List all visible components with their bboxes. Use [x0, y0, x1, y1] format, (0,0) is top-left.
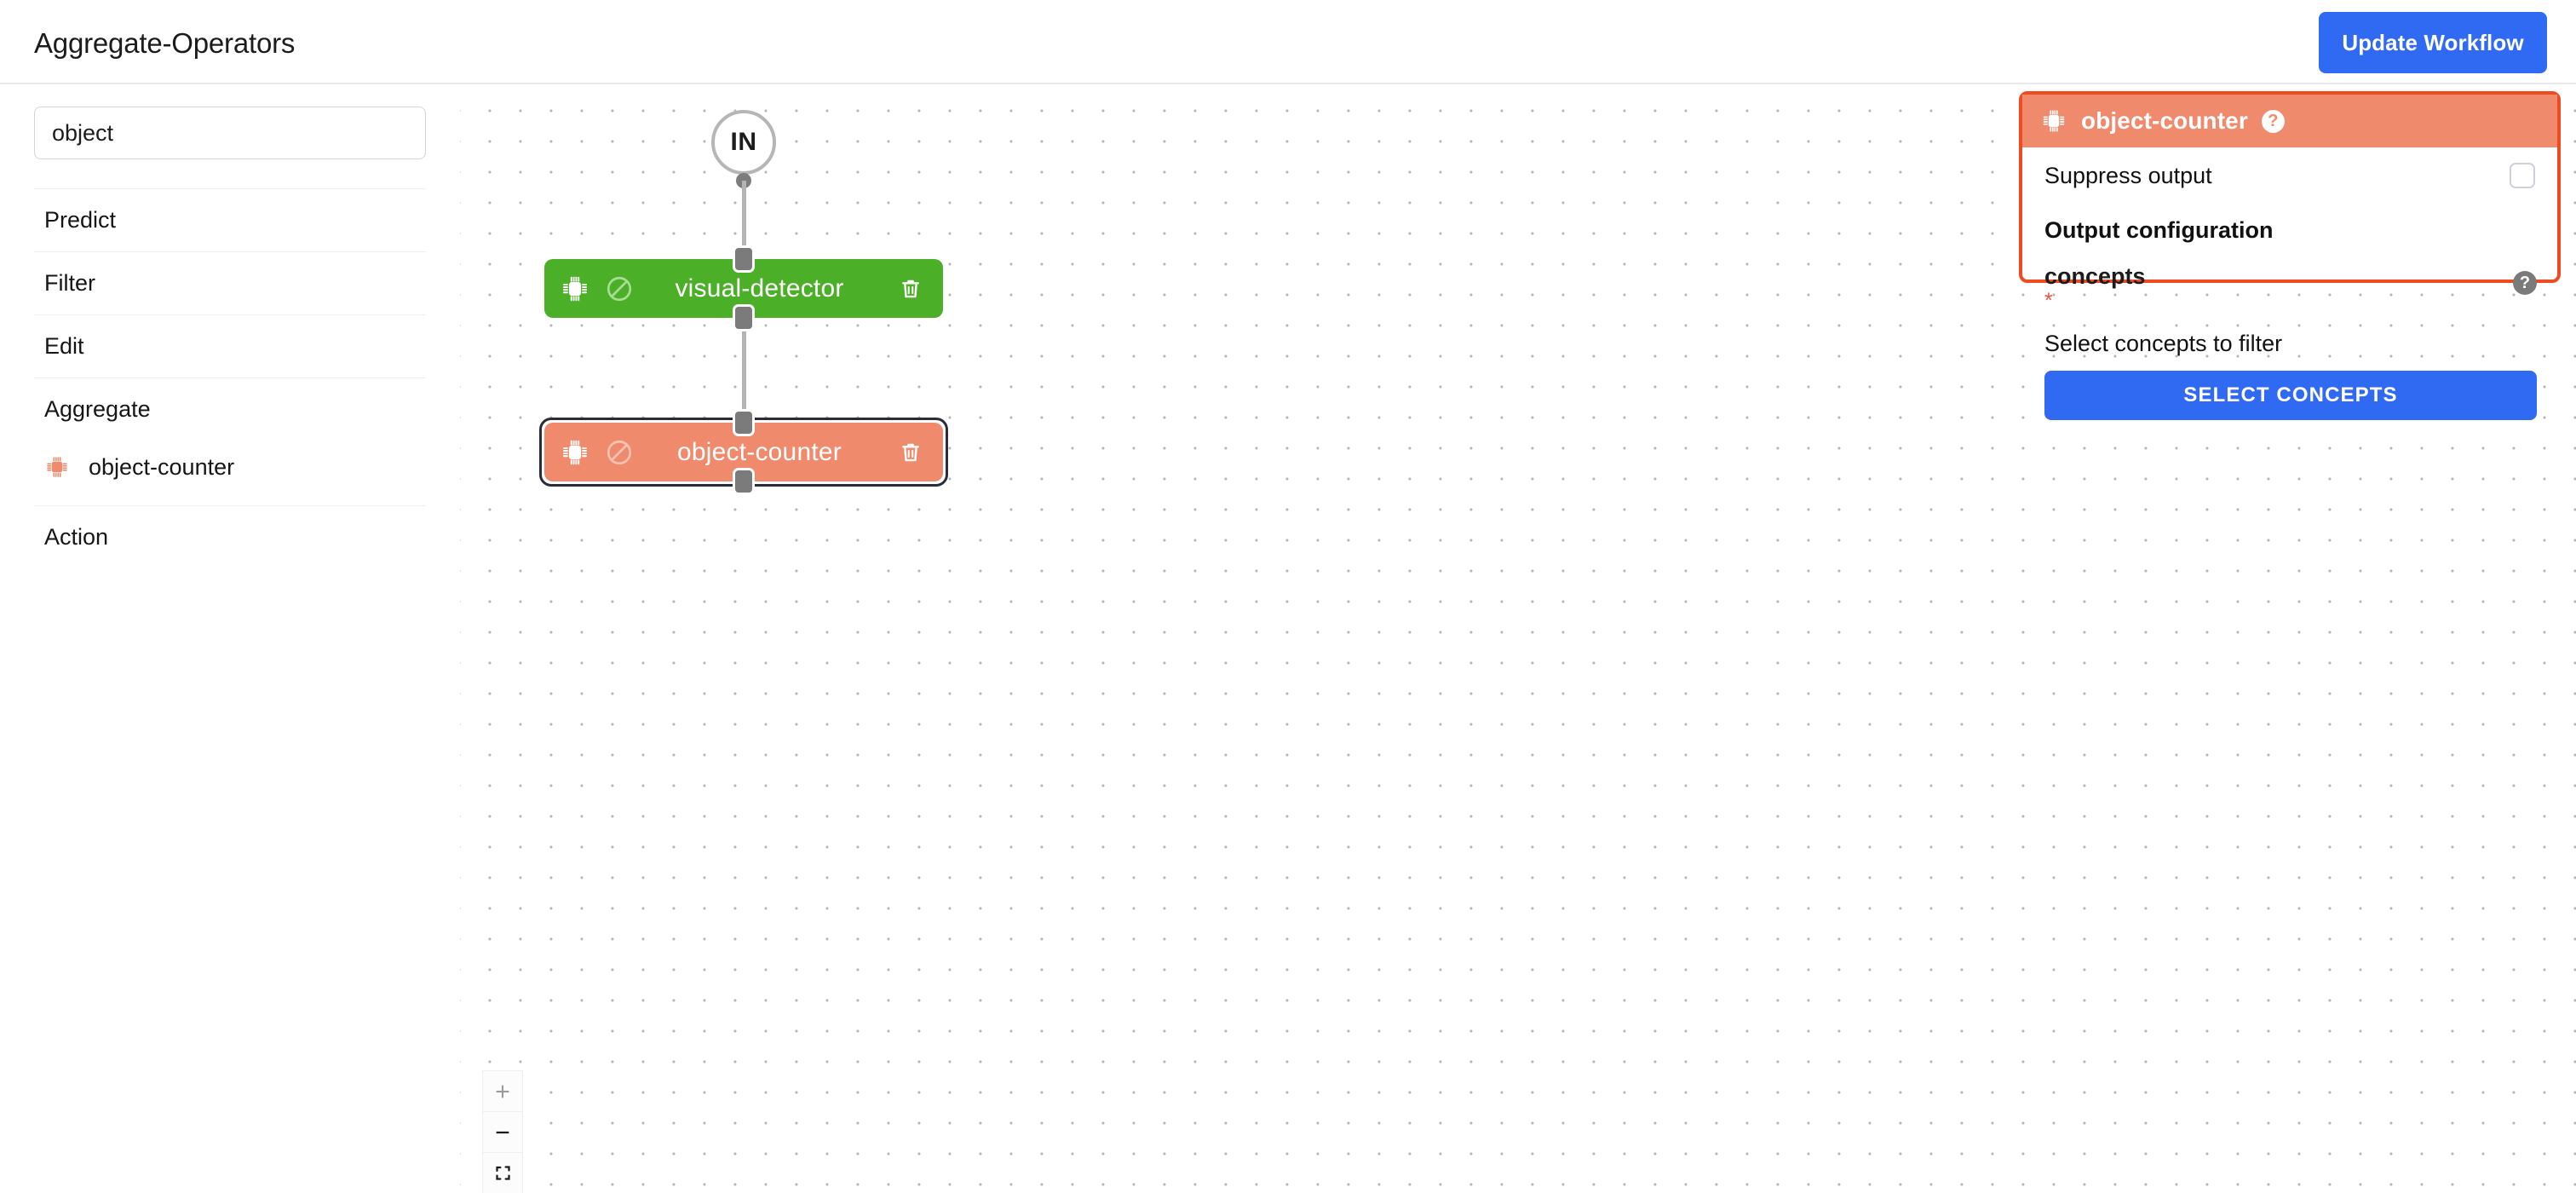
suppress-output-label: Suppress output	[2044, 162, 2212, 188]
sidebar-item-action[interactable]: Action	[34, 506, 426, 568]
object-counter-target-handle[interactable]	[733, 409, 755, 436]
input-node[interactable]: IN	[711, 110, 776, 175]
chip-icon	[44, 454, 70, 480]
visual-detector-source-handle[interactable]	[733, 304, 755, 331]
help-icon[interactable]: ?	[2513, 271, 2537, 295]
operator-category-filter: Filter	[34, 251, 426, 314]
concepts-field-row: concepts * ?	[2044, 264, 2537, 312]
suppress-output-row: Suppress output	[2044, 153, 2537, 199]
zoom-in-icon[interactable]	[483, 1071, 522, 1112]
node-config-panel: object-counter ? Suppress output Output …	[2019, 91, 2561, 421]
sidebar-item-predict[interactable]: Predict	[34, 189, 426, 251]
search-field-wrapper	[34, 107, 426, 159]
chip-icon	[561, 438, 589, 467]
concepts-field-label: concepts	[2044, 263, 2146, 289]
chip-icon	[561, 274, 589, 303]
sidebar-item-edit[interactable]: Edit	[34, 315, 426, 377]
suppress-output-checkbox[interactable]	[2510, 163, 2535, 188]
search-input[interactable]	[34, 107, 426, 159]
operator-category-list: Predict Filter Edit Aggregate object-cou…	[34, 188, 426, 568]
zoom-out-icon[interactable]	[483, 1112, 522, 1153]
operator-category-aggregate: Aggregate object-counter	[34, 377, 426, 493]
object-counter-source-handle[interactable]	[733, 468, 755, 495]
visual-detector-target-handle[interactable]	[733, 245, 755, 273]
page-title: Aggregate-Operators	[34, 27, 296, 59]
operators-sidebar: Predict Filter Edit Aggregate	[0, 84, 460, 1193]
output-configuration-heading: Output configuration	[2044, 217, 2274, 243]
concepts-field-labels: concepts *	[2044, 264, 2146, 312]
select-concepts-button[interactable]: SELECT CONCEPTS	[2044, 371, 2537, 421]
sidebar-item-object-counter[interactable]: object-counter	[34, 441, 426, 493]
app-header: Aggregate-Operators Update Workflow	[0, 0, 2576, 84]
fit-view-icon[interactable]	[483, 1153, 522, 1193]
sidebar-item-label: object-counter	[89, 453, 235, 480]
operator-category-edit: Edit	[34, 314, 426, 377]
node-title: visual-detector	[675, 274, 844, 303]
concepts-field-hint: Select concepts to filter	[2044, 331, 2283, 357]
node-title: object-counter	[677, 437, 842, 466]
trash-icon[interactable]	[897, 439, 924, 466]
node-config-panel-body: Suppress output Output configuration con…	[2022, 153, 2557, 421]
operator-category-predict: Predict	[34, 188, 426, 251]
required-marker: *	[2044, 289, 2053, 314]
input-node-label: IN	[730, 128, 757, 156]
help-icon[interactable]: ?	[2261, 109, 2285, 133]
update-workflow-button[interactable]: Update Workflow	[2319, 12, 2547, 73]
node-config-panel-header: object-counter ?	[2022, 95, 2557, 147]
canvas-controls	[482, 1070, 523, 1193]
sidebar-item-aggregate[interactable]: Aggregate	[34, 378, 426, 441]
chip-icon	[2041, 108, 2067, 134]
node-config-panel-title: object-counter	[2081, 107, 2248, 134]
operator-category-action: Action	[34, 505, 426, 568]
sidebar-item-filter[interactable]: Filter	[34, 252, 426, 314]
trash-icon[interactable]	[897, 275, 924, 303]
